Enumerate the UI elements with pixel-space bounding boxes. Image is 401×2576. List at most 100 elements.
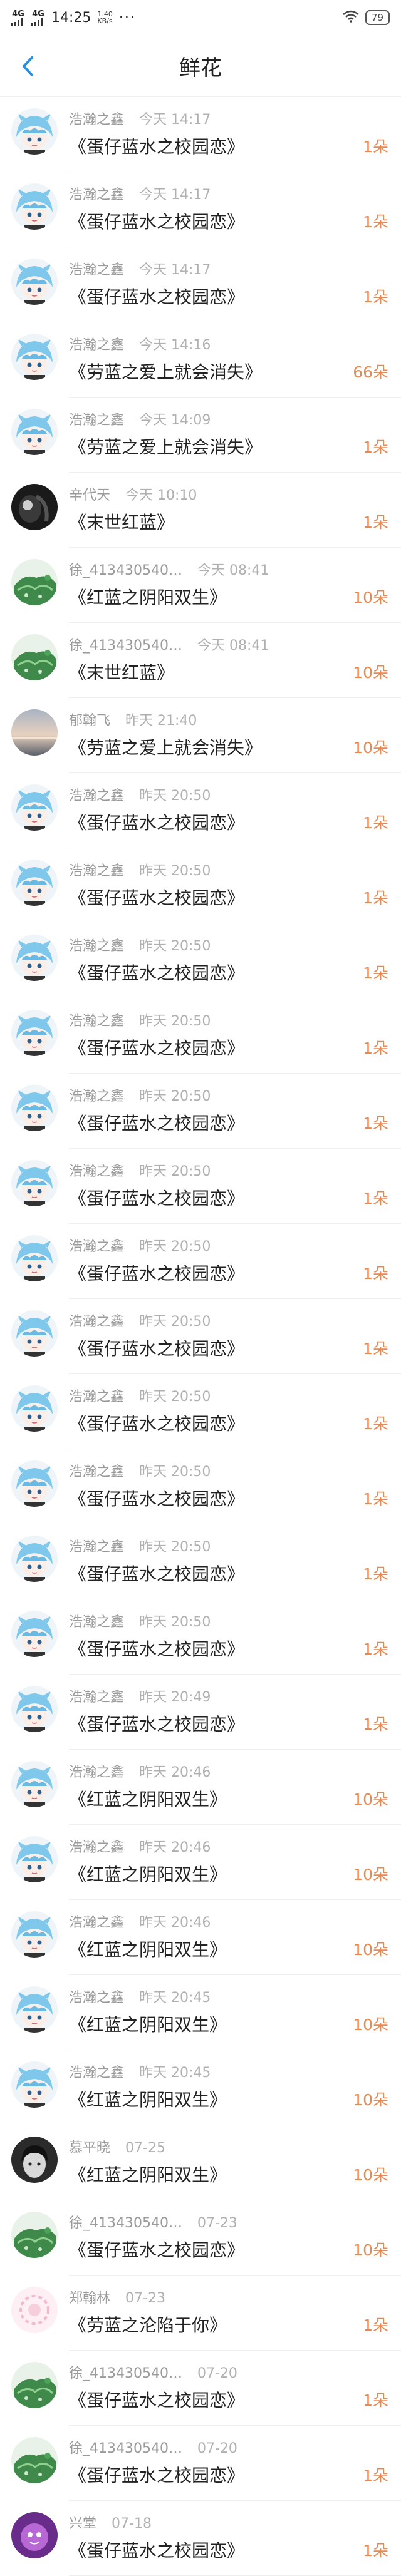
username[interactable]: 徐_413430540…	[69, 2366, 182, 2381]
username[interactable]: 浩瀚之鑫	[69, 1765, 124, 1780]
username[interactable]: 慕平晓	[69, 2140, 110, 2156]
list-item[interactable]: 浩瀚之鑫 昨天 20:50 《蛋仔蓝水之校园恋》 1朵	[0, 1524, 401, 1599]
username[interactable]: 浩瀚之鑫	[69, 1840, 124, 1855]
list-item[interactable]: 浩瀚之鑫 昨天 20:50 《蛋仔蓝水之校园恋》 1朵	[0, 1149, 401, 1224]
username[interactable]: 徐_413430540…	[69, 563, 182, 578]
list-item[interactable]: 浩瀚之鑫 今天 14:17 《蛋仔蓝水之校园恋》 1朵	[0, 172, 401, 247]
avatar[interactable]	[11, 1686, 58, 1732]
back-button[interactable]	[9, 48, 46, 85]
avatar[interactable]	[11, 559, 58, 605]
list-item[interactable]: 浩瀚之鑫 昨天 20:50 《蛋仔蓝水之校园恋》 1朵	[0, 1599, 401, 1675]
list-item[interactable]: 徐_413430540… 今天 08:41 《红蓝之阴阳双生》 10朵	[0, 548, 401, 623]
avatar[interactable]	[11, 1911, 58, 1958]
username[interactable]: 浩瀚之鑫	[69, 187, 124, 203]
list-item[interactable]: 郑翰林 07-23 《劳蓝之沦陷于你》 1朵	[0, 2276, 401, 2351]
list-item[interactable]: 浩瀚之鑫 今天 14:16 《劳蓝之爱上就会消失》 66朵	[0, 322, 401, 398]
username[interactable]: 浩瀚之鑫	[69, 1915, 124, 1931]
username[interactable]: 浩瀚之鑫	[69, 1314, 124, 1330]
avatar[interactable]	[11, 634, 58, 680]
list-item[interactable]: 浩瀚之鑫 昨天 20:50 《蛋仔蓝水之校园恋》 1朵	[0, 848, 401, 923]
list-item[interactable]: 浩瀚之鑫 昨天 20:45 《红蓝之阴阳双生》 10朵	[0, 2050, 401, 2125]
list-item[interactable]: 浩瀚之鑫 昨天 20:49 《蛋仔蓝水之校园恋》 1朵	[0, 1675, 401, 1750]
username[interactable]: 浩瀚之鑫	[69, 1239, 124, 1255]
list-item[interactable]: 郁翰飞 昨天 21:40 《劳蓝之爱上就会消失》 10朵	[0, 698, 401, 773]
avatar[interactable]	[11, 1761, 58, 1807]
avatar[interactable]	[11, 334, 58, 380]
username[interactable]: 浩瀚之鑫	[69, 262, 124, 278]
list-item[interactable]: 徐_413430540… 07-20 《蛋仔蓝水之校园恋》 1朵	[0, 2351, 401, 2426]
username[interactable]: 浩瀚之鑫	[69, 938, 124, 954]
list-item[interactable]: 徐_413430540… 07-23 《蛋仔蓝水之校园恋》 10朵	[0, 2200, 401, 2276]
avatar[interactable]	[11, 2512, 58, 2558]
list-item[interactable]: 浩瀚之鑫 昨天 20:50 《蛋仔蓝水之校园恋》 1朵	[0, 1299, 401, 1374]
username[interactable]: 浩瀚之鑫	[69, 1690, 124, 1705]
username[interactable]: 浩瀚之鑫	[69, 1539, 124, 1555]
avatar[interactable]	[11, 1160, 58, 1206]
list-item[interactable]: 兴堂 07-18 《蛋仔蓝水之校园恋》 1朵	[0, 2501, 401, 2576]
username[interactable]: 浩瀚之鑫	[69, 413, 124, 428]
username[interactable]: 徐_413430540…	[69, 2441, 182, 2456]
username[interactable]: 浩瀚之鑫	[69, 1013, 124, 1029]
list-item[interactable]: 浩瀚之鑫 昨天 20:50 《蛋仔蓝水之校园恋》 1朵	[0, 773, 401, 848]
avatar[interactable]	[11, 1010, 58, 1056]
avatar[interactable]	[11, 2137, 58, 2183]
avatar[interactable]	[11, 259, 58, 305]
username[interactable]: 郑翰林	[69, 2291, 110, 2306]
avatar[interactable]	[11, 2362, 58, 2408]
list-item[interactable]: 浩瀚之鑫 昨天 20:45 《红蓝之阴阳双生》 10朵	[0, 1975, 401, 2050]
avatar[interactable]	[11, 1085, 58, 1131]
avatar[interactable]	[11, 1310, 58, 1357]
avatar[interactable]	[11, 2212, 58, 2258]
avatar[interactable]	[11, 409, 58, 455]
avatar[interactable]	[11, 860, 58, 906]
username[interactable]: 徐_413430540…	[69, 638, 182, 654]
avatar[interactable]	[11, 2437, 58, 2483]
avatar[interactable]	[11, 784, 58, 831]
list-item[interactable]: 辛代天 今天 10:10 《末世红蓝》 1朵	[0, 473, 401, 548]
username[interactable]: 浩瀚之鑫	[69, 112, 124, 128]
list-item[interactable]: 浩瀚之鑫 昨天 20:50 《蛋仔蓝水之校园恋》 1朵	[0, 1224, 401, 1299]
avatar[interactable]	[11, 1235, 58, 1281]
username[interactable]: 浩瀚之鑫	[69, 1614, 124, 1630]
list-item[interactable]: 浩瀚之鑫 昨天 20:50 《蛋仔蓝水之校园恋》 1朵	[0, 923, 401, 998]
username[interactable]: 郁翰飞	[69, 713, 110, 729]
avatar[interactable]	[11, 709, 58, 756]
avatar[interactable]	[11, 1986, 58, 2033]
avatar[interactable]	[11, 2287, 58, 2333]
username[interactable]: 浩瀚之鑫	[69, 1389, 124, 1405]
avatar[interactable]	[11, 1611, 58, 1657]
avatar[interactable]	[11, 1836, 58, 1882]
avatar[interactable]	[11, 2061, 58, 2108]
avatar[interactable]	[11, 108, 58, 155]
username[interactable]: 浩瀚之鑫	[69, 2065, 124, 2081]
avatar[interactable]	[11, 935, 58, 981]
username[interactable]: 浩瀚之鑫	[69, 337, 124, 353]
list-item[interactable]: 浩瀚之鑫 昨天 20:46 《红蓝之阴阳双生》 10朵	[0, 1900, 401, 1975]
username[interactable]: 浩瀚之鑫	[69, 788, 124, 804]
avatar[interactable]	[11, 1536, 58, 1582]
username[interactable]: 兴堂	[69, 2516, 96, 2532]
avatar[interactable]	[11, 484, 58, 530]
avatar[interactable]	[11, 1460, 58, 1507]
username[interactable]: 浩瀚之鑫	[69, 863, 124, 879]
list-item[interactable]: 浩瀚之鑫 昨天 20:50 《蛋仔蓝水之校园恋》 1朵	[0, 1449, 401, 1524]
list-item[interactable]: 浩瀚之鑫 昨天 20:50 《蛋仔蓝水之校园恋》 1朵	[0, 1374, 401, 1449]
list-item[interactable]: 浩瀚之鑫 昨天 20:50 《蛋仔蓝水之校园恋》 1朵	[0, 1074, 401, 1149]
username[interactable]: 浩瀚之鑫	[69, 1990, 124, 2006]
list-item[interactable]: 浩瀚之鑫 昨天 20:46 《红蓝之阴阳双生》 10朵	[0, 1825, 401, 1900]
list-item[interactable]: 徐_413430540… 07-20 《蛋仔蓝水之校园恋》 1朵	[0, 2426, 401, 2501]
avatar[interactable]	[11, 1385, 58, 1432]
username[interactable]: 徐_413430540…	[69, 2215, 182, 2231]
list-item[interactable]: 浩瀚之鑫 昨天 20:46 《红蓝之阴阳双生》 10朵	[0, 1750, 401, 1825]
list-item[interactable]: 徐_413430540… 今天 08:41 《末世红蓝》 10朵	[0, 623, 401, 698]
username[interactable]: 辛代天	[69, 488, 110, 503]
list-item[interactable]: 慕平晓 07-25 《红蓝之阴阳双生》 10朵	[0, 2125, 401, 2200]
list-item[interactable]: 浩瀚之鑫 今天 14:17 《蛋仔蓝水之校园恋》 1朵	[0, 247, 401, 322]
avatar[interactable]	[11, 183, 58, 230]
list-item[interactable]: 浩瀚之鑫 昨天 20:50 《蛋仔蓝水之校园恋》 1朵	[0, 998, 401, 1074]
username[interactable]: 浩瀚之鑫	[69, 1089, 124, 1104]
list-item[interactable]: 浩瀚之鑫 今天 14:17 《蛋仔蓝水之校园恋》 1朵	[0, 97, 401, 172]
list-item[interactable]: 浩瀚之鑫 今天 14:09 《劳蓝之爱上就会消失》 1朵	[0, 398, 401, 473]
username[interactable]: 浩瀚之鑫	[69, 1464, 124, 1480]
username[interactable]: 浩瀚之鑫	[69, 1164, 124, 1179]
